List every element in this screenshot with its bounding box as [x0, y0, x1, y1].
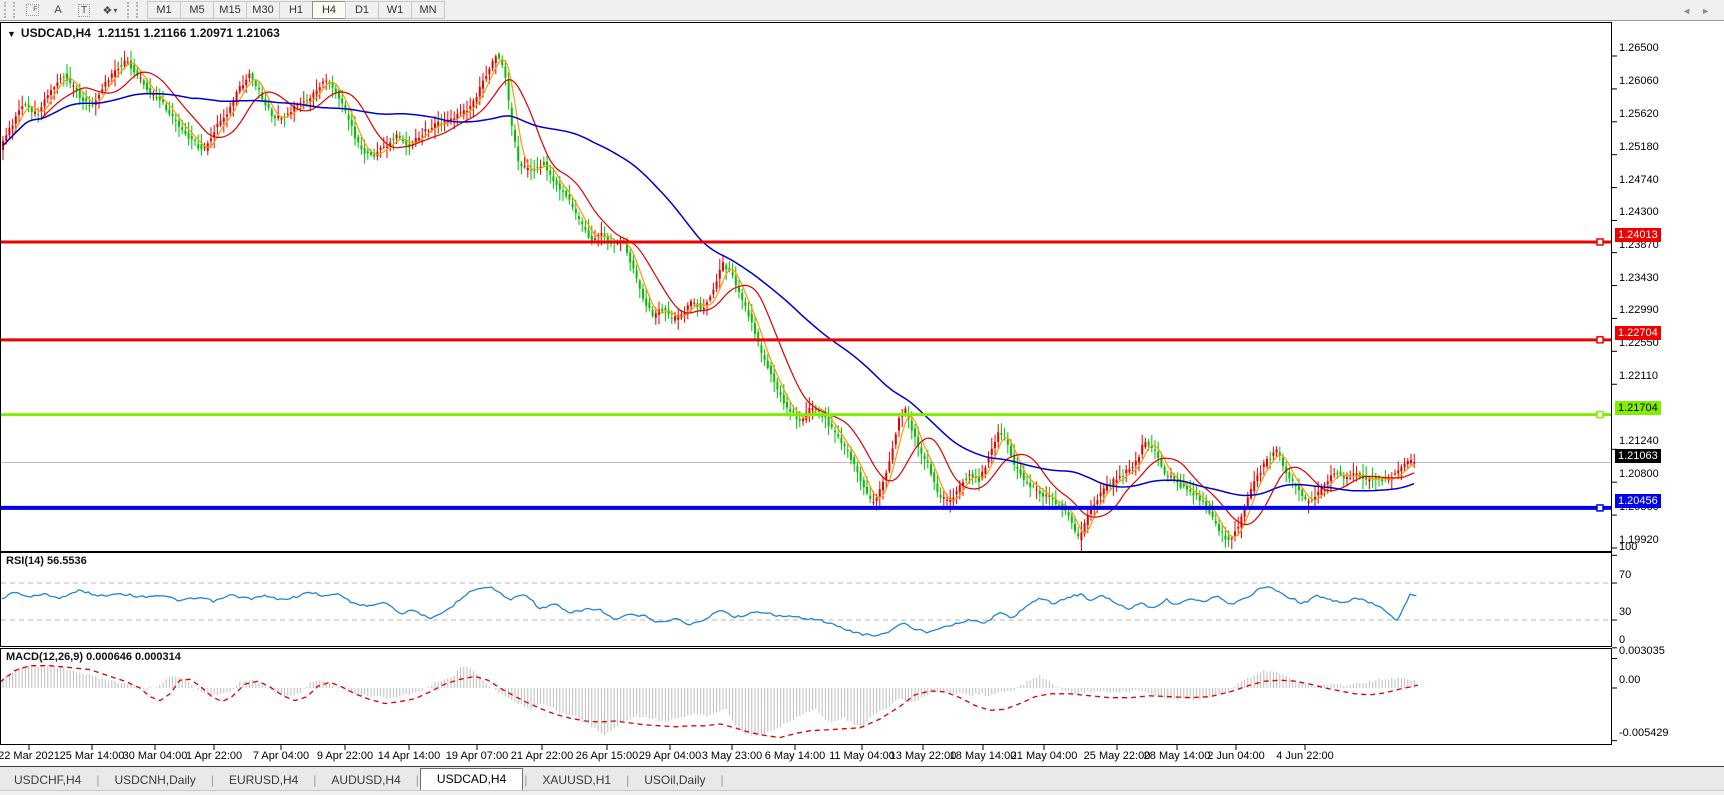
- date-axis-label: 11 May 04:00: [829, 750, 895, 762]
- price-axis-tick: 1.23430: [1619, 272, 1659, 284]
- tab-usdcad-h4[interactable]: USDCAD,H4: [420, 768, 523, 791]
- macd-axis-tick: 0.003035: [1619, 645, 1665, 657]
- price-axis-tick: 1.24300: [1619, 206, 1659, 218]
- date-axis-label: 14 Apr 14:00: [378, 750, 440, 762]
- date-axis-label: 21 Apr 22:00: [511, 750, 573, 762]
- date-axis-label: 4 Jun 22:00: [1276, 750, 1334, 762]
- date-axis-label: 21 May 04:00: [1011, 750, 1078, 762]
- status-bar: [0, 790, 1724, 795]
- tab-usdcnh-daily[interactable]: USDCNH,Daily: [100, 770, 209, 791]
- chart-canvas[interactable]: [0, 0, 1724, 795]
- date-axis-label: 13 May 22:00: [890, 750, 957, 762]
- tab-scroll-right-icon[interactable]: ►: [1701, 6, 1720, 16]
- chart-tab-bar: USDCHF,H4|USDCNH,Daily|EURUSD,H4|AUDUSD,…: [0, 766, 1724, 791]
- macd-axis-tick: 0.00: [1619, 674, 1640, 686]
- date-axis-label: 6 May 14:00: [765, 750, 826, 762]
- date-axis-label: 19 Apr 07:00: [446, 750, 508, 762]
- tab-xauusd-h1[interactable]: XAUUSD,H1: [528, 770, 625, 791]
- chart-window[interactable]: ▼ USDCAD,H4 1.21151 1.21166 1.20971 1.210…: [0, 21, 1724, 766]
- price-axis-tick: 1.26060: [1619, 75, 1659, 87]
- date-axis-label: 25 Mar 14:00: [60, 750, 125, 762]
- date-axis-label: 9 Apr 22:00: [317, 750, 373, 762]
- level-price-badge: 1.24013: [1615, 228, 1661, 242]
- date-axis-label: 30 Mar 04:00: [123, 750, 188, 762]
- price-axis-tick: 1.26500: [1619, 42, 1659, 54]
- current-price-badge: 1.21063: [1615, 449, 1661, 463]
- macd-label: MACD(12,26,9) 0.000646 0.000314: [6, 651, 181, 663]
- price-axis-tick: 1.22990: [1619, 304, 1659, 316]
- date-axis-label: 25 May 22:00: [1084, 750, 1151, 762]
- chart-dropdown-icon[interactable]: ▼: [7, 29, 16, 39]
- rsi-axis-tick: 30: [1619, 606, 1631, 618]
- rsi-axis-tick: 70: [1619, 569, 1631, 581]
- level-price-badge: 1.21704: [1615, 401, 1661, 415]
- price-axis-tick: 1.22110: [1619, 370, 1658, 382]
- price-axis-tick: 1.25620: [1619, 108, 1659, 120]
- date-axis-label: 3 May 23:00: [702, 750, 763, 762]
- date-axis-label: 18 May 14:00: [950, 750, 1017, 762]
- price-axis-tick: 1.20800: [1619, 468, 1659, 480]
- tab-audusd-h4[interactable]: AUDUSD,H4: [317, 770, 414, 791]
- date-axis-label: 22 Mar 2021: [0, 750, 60, 762]
- date-axis-label: 28 May 14:00: [1144, 750, 1211, 762]
- chart-symbol-label: USDCAD,H4: [21, 26, 91, 40]
- price-axis-tick: 1.24740: [1619, 174, 1659, 186]
- macd-axis-tick: -0.005429: [1619, 727, 1669, 739]
- tab-scroll-arrows[interactable]: ◄►: [1682, 6, 1720, 16]
- tab-scroll-left-icon[interactable]: ◄: [1682, 6, 1701, 16]
- mt4-window: F A T ❖▾ M1M5M15M30H1H4D1W1MN ▼USDCAD,H4…: [0, 0, 1724, 795]
- chart-ohlc-values: 1.21151 1.21166 1.20971 1.21063: [98, 26, 280, 40]
- tab-eurusd-h4[interactable]: EURUSD,H4: [215, 770, 312, 791]
- rsi-axis-tick: 100: [1619, 541, 1637, 553]
- level-price-badge: 1.22704: [1615, 326, 1661, 340]
- price-axis-tick: 1.25180: [1619, 141, 1659, 153]
- tab-separator: |: [720, 773, 725, 791]
- date-axis-label: 26 Apr 15:00: [576, 750, 638, 762]
- tab-usdchf-h4[interactable]: USDCHF,H4: [0, 770, 95, 791]
- date-axis-label: 1 Apr 22:00: [186, 750, 242, 762]
- date-axis-label: 29 Apr 04:00: [639, 750, 701, 762]
- tab-usoil-daily[interactable]: USOil,Daily: [630, 770, 719, 791]
- date-axis-label: 2 Jun 04:00: [1207, 750, 1265, 762]
- rsi-label: RSI(14) 56.5536: [6, 555, 87, 567]
- date-axis-label: 7 Apr 04:00: [253, 750, 309, 762]
- chart-title[interactable]: ▼ USDCAD,H4 1.21151 1.21166 1.20971 1.210…: [7, 26, 280, 40]
- price-axis-tick: 1.21240: [1619, 435, 1659, 447]
- level-price-badge: 1.20456: [1615, 494, 1661, 508]
